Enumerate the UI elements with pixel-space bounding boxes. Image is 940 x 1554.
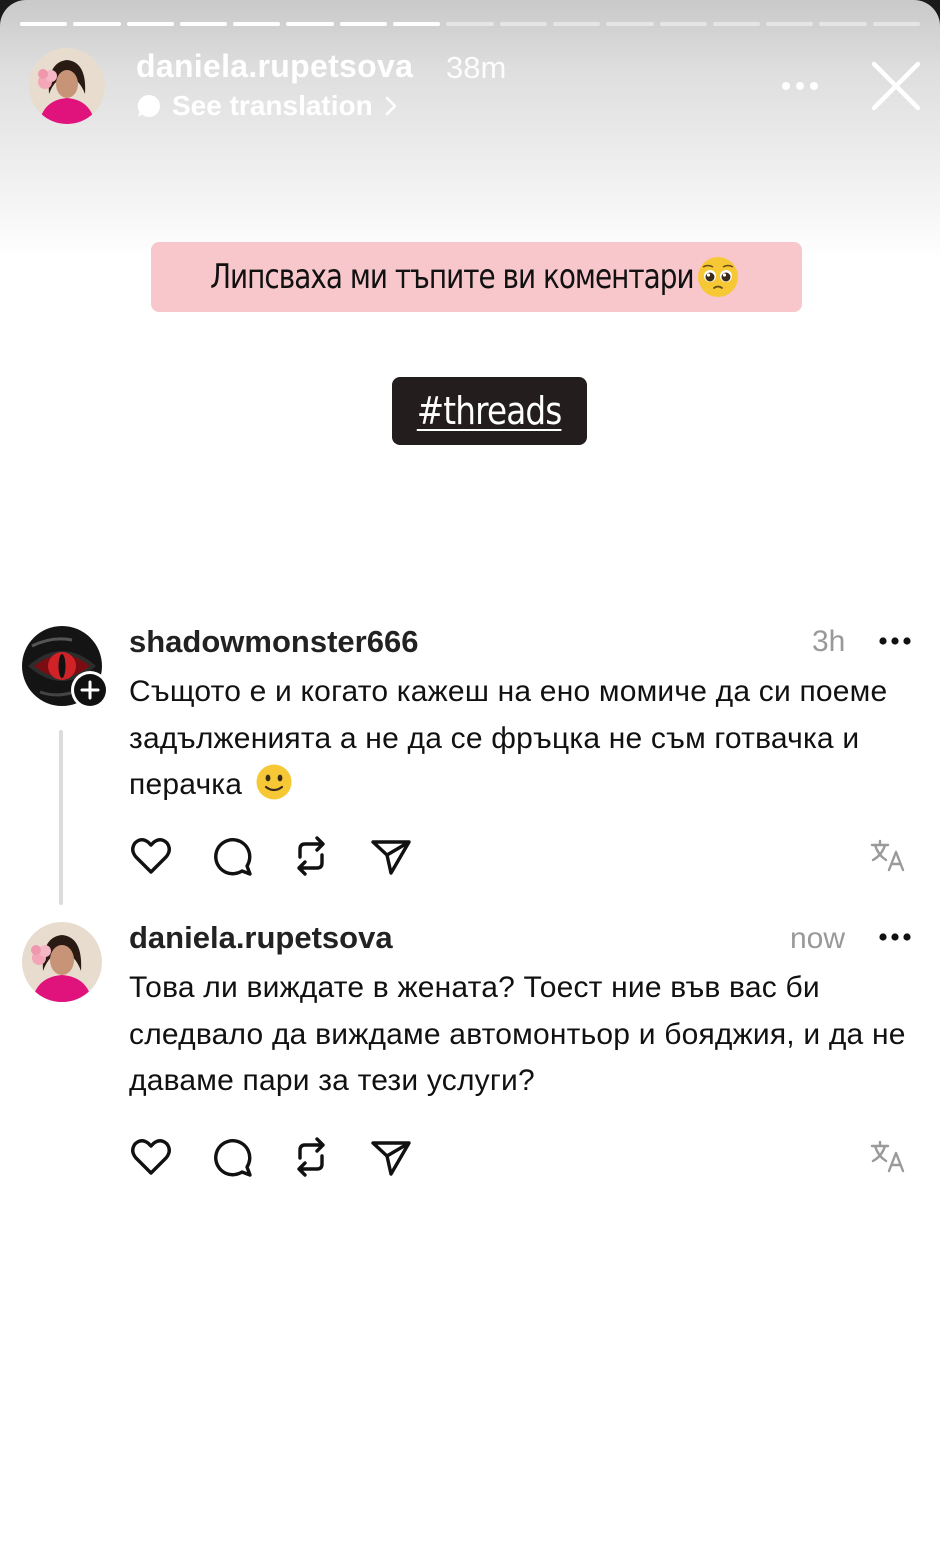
progress-segment	[20, 22, 68, 26]
heart-icon[interactable]	[128, 833, 174, 879]
heart-icon[interactable]	[128, 1134, 174, 1180]
post-username[interactable]: shadowmonster666	[129, 624, 418, 660]
post-avatar[interactable]	[22, 922, 102, 1002]
progress-segment	[552, 22, 601, 26]
repost-icon[interactable]	[288, 1134, 334, 1180]
follow-plus-icon[interactable]	[70, 670, 110, 710]
post-timestamp: 3h	[812, 625, 846, 658]
progress-segment	[499, 22, 547, 26]
progress-segment	[606, 22, 654, 26]
progress-segment	[766, 22, 814, 26]
see-translation-label: See translation	[172, 90, 373, 121]
thread-connector-line	[59, 730, 63, 905]
progress-segment	[179, 22, 228, 26]
story-caption-sticker: Липсваха ми тъпите ви коментари	[151, 242, 802, 312]
progress-segment	[339, 22, 388, 26]
repost-icon[interactable]	[288, 833, 334, 879]
share-icon[interactable]	[368, 1134, 414, 1180]
caption-text: Липсваха ми тъпите ви коментари	[209, 257, 695, 297]
see-translation-button[interactable]: See translation	[136, 88, 399, 124]
translate-icon[interactable]	[870, 838, 906, 872]
more-icon[interactable]	[878, 932, 912, 942]
progress-segment	[659, 22, 707, 26]
progress-segment	[73, 22, 121, 26]
post-actions	[128, 1134, 418, 1180]
progress-segment	[446, 22, 494, 26]
story-screen: daniela.rupetsova 38m See translation Ли…	[0, 0, 940, 1554]
progress-segment	[126, 22, 174, 26]
story-progress-bar	[20, 22, 921, 26]
author-avatar[interactable]	[29, 48, 105, 124]
post-username[interactable]: daniela.rupetsova	[129, 920, 393, 956]
story-timestamp: 38m	[446, 50, 507, 85]
post-body: Същото е и когато кажеш на ено момиче да…	[129, 675, 888, 801]
comment-icon[interactable]	[208, 833, 254, 879]
author-username[interactable]: daniela.rupetsova	[136, 48, 413, 85]
progress-segment	[286, 22, 334, 26]
more-icon[interactable]	[878, 636, 912, 646]
more-icon[interactable]	[780, 78, 820, 94]
progress-segment	[233, 22, 281, 26]
pleading-face-emoji	[698, 257, 739, 297]
post-text: Това ли виждате в жената? Тоест ние във …	[129, 971, 906, 1097]
post-actions	[128, 833, 418, 879]
post-text: Същото е и когато кажеш на ено момиче да…	[129, 669, 909, 809]
progress-segment	[393, 22, 441, 26]
hashtag-text: #threads	[417, 389, 563, 433]
slightly-smiling-face-emoji	[256, 764, 292, 800]
post-timestamp: now	[790, 922, 846, 955]
hashtag-sticker[interactable]: #threads	[392, 377, 587, 445]
translation-bubble-icon	[137, 94, 160, 117]
progress-segment	[819, 22, 867, 26]
translate-icon[interactable]	[870, 1139, 906, 1173]
progress-segment	[712, 22, 761, 26]
close-icon[interactable]	[870, 60, 922, 112]
share-icon[interactable]	[368, 833, 414, 879]
progress-segment	[872, 22, 921, 26]
comment-icon[interactable]	[208, 1134, 254, 1180]
chevron-right-icon	[385, 96, 397, 116]
